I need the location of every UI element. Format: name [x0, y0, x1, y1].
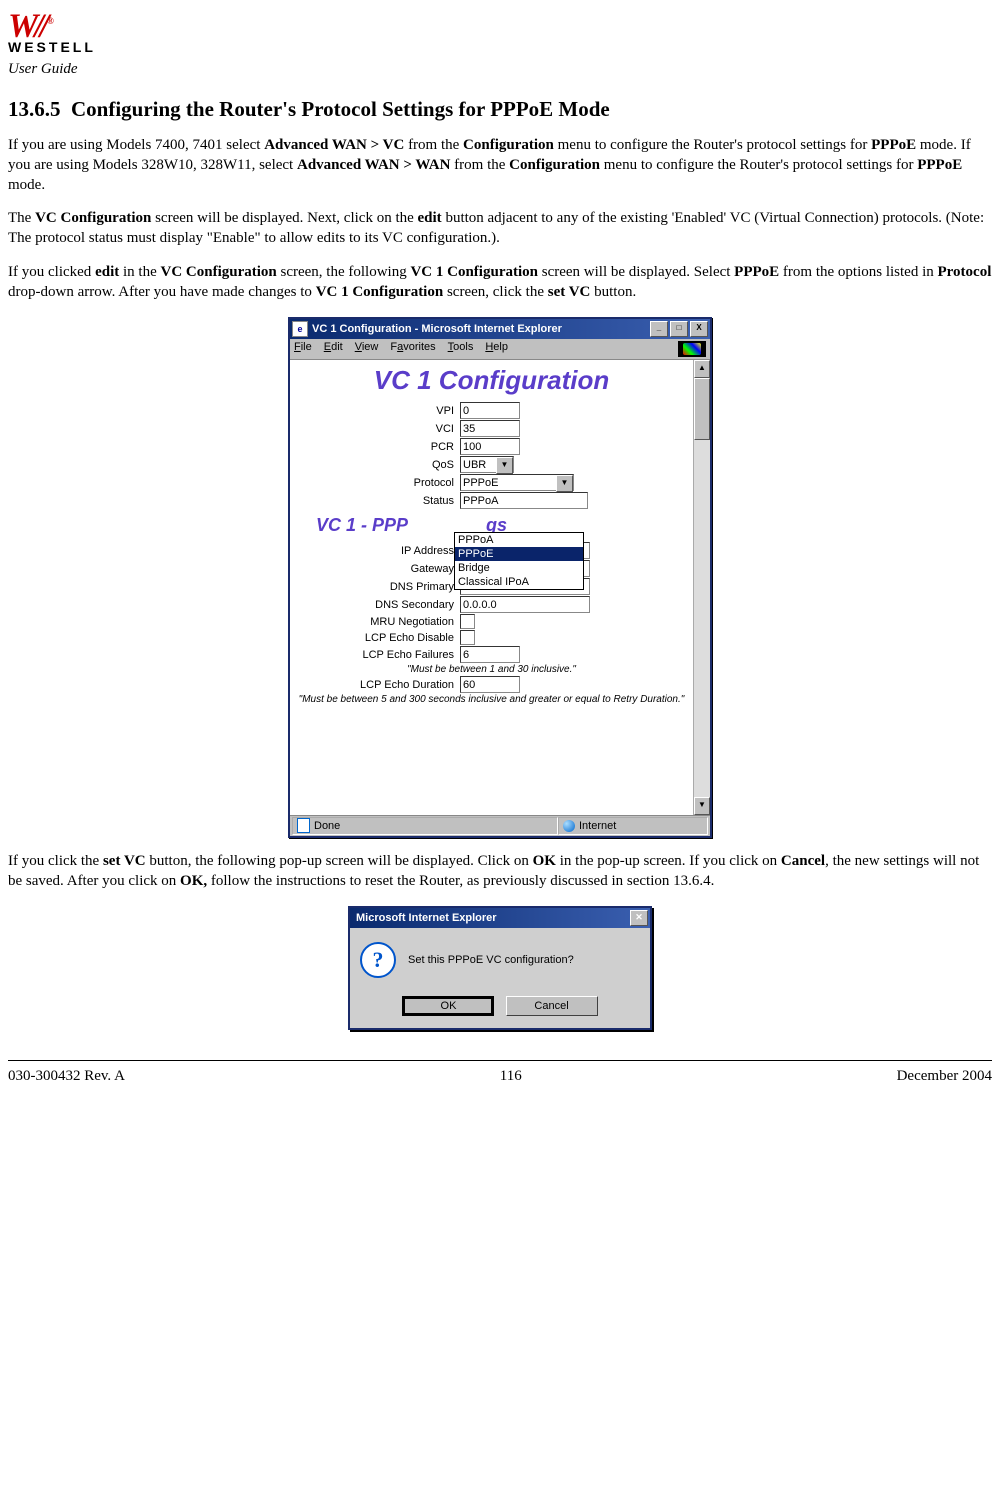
footer-page-number: 116	[500, 1068, 522, 1085]
cancel-button[interactable]: Cancel	[506, 996, 598, 1016]
chevron-down-icon[interactable]: ▼	[556, 475, 573, 492]
menu-favorites[interactable]: Favorites	[390, 341, 435, 357]
westell-logo: W//® WESTELL	[8, 10, 118, 55]
page-header: W//® WESTELL User Guide	[8, 10, 992, 85]
page-footer: 030-300432 Rev. A 116 December 2004	[8, 1068, 992, 1085]
ie-throbber-icon	[678, 341, 706, 357]
minimize-button[interactable]: _	[650, 321, 668, 337]
section-number: 13.6.5	[8, 97, 61, 121]
scroll-up-button[interactable]: ▲	[694, 360, 710, 378]
status-done: Done	[292, 817, 558, 835]
dns-primary-label: DNS Primary	[296, 581, 460, 593]
paragraph-1: If you are using Models 7400, 7401 selec…	[8, 136, 992, 195]
ok-button[interactable]: OK	[402, 996, 494, 1016]
dialog-close-button[interactable]: ✕	[630, 910, 648, 926]
status-zone: Internet	[558, 817, 708, 835]
confirm-dialog: Microsoft Internet Explorer ✕ ? Set this…	[348, 906, 652, 1030]
dialog-title: Microsoft Internet Explorer	[352, 912, 630, 924]
dialog-titlebar: Microsoft Internet Explorer ✕	[350, 908, 650, 928]
status-input[interactable]	[460, 492, 588, 509]
globe-icon	[563, 820, 575, 832]
section-heading-text: Configuring the Router's Protocol Settin…	[71, 97, 610, 121]
question-icon: ?	[360, 942, 396, 978]
vci-label: VCI	[296, 423, 460, 435]
maximize-button[interactable]: □	[670, 321, 688, 337]
vertical-scrollbar[interactable]: ▲ ▼	[693, 360, 710, 815]
lcp-duration-note: "Must be between 5 and 300 seconds inclu…	[296, 694, 687, 705]
lcp-failures-note: "Must be between 1 and 30 inclusive."	[296, 664, 687, 675]
menubar: File Edit View Favorites Tools Help	[290, 339, 710, 360]
chevron-down-icon[interactable]: ▼	[496, 457, 513, 474]
paragraph-3: If you clicked edit in the VC Configurat…	[8, 263, 992, 303]
vpi-input[interactable]	[460, 402, 520, 419]
section-title: 13.6.5 Configuring the Router's Protocol…	[8, 97, 992, 122]
menu-tools[interactable]: Tools	[448, 341, 474, 357]
browser-content: VC 1 Configuration VPI VCI PCR QoS ▼ Prot…	[290, 360, 710, 815]
window-titlebar: e VC 1 Configuration - Microsoft Interne…	[290, 319, 710, 339]
menu-view[interactable]: View	[355, 341, 379, 357]
window-title: VC 1 Configuration - Microsoft Internet …	[312, 323, 650, 335]
confirm-dialog-screenshot: Microsoft Internet Explorer ✕ ? Set this…	[8, 906, 992, 1030]
statusbar: Done Internet	[290, 815, 710, 836]
paragraph-2: The VC Configuration screen will be disp…	[8, 209, 992, 249]
browser-window: e VC 1 Configuration - Microsoft Interne…	[288, 317, 712, 838]
scroll-thumb[interactable]	[694, 378, 710, 440]
protocol-option-bridge[interactable]: Bridge	[455, 561, 583, 575]
lcp-echo-failures-input[interactable]	[460, 646, 520, 663]
menu-help[interactable]: Help	[485, 341, 508, 357]
gateway-label: Gateway	[296, 563, 460, 575]
lcp-echo-disable-checkbox[interactable]	[460, 630, 475, 645]
lcp-echo-failures-label: LCP Echo Failures	[296, 649, 460, 661]
protocol-dropdown-list: PPPoA PPPoE Bridge Classical IPoA	[454, 532, 584, 590]
close-button[interactable]: X	[690, 321, 708, 337]
ie-icon: e	[292, 321, 308, 337]
logo-mark-icon: W//®	[8, 10, 118, 37]
footer-doc-number: 030-300432 Rev. A	[8, 1068, 125, 1085]
protocol-label: Protocol	[296, 477, 460, 489]
dialog-buttons: OK Cancel	[350, 992, 650, 1028]
scroll-track[interactable]	[694, 440, 710, 797]
dns-secondary-label: DNS Secondary	[296, 599, 460, 611]
logo-brand-text: WESTELL	[8, 39, 118, 55]
vci-input[interactable]	[460, 420, 520, 437]
dns-secondary-input[interactable]	[460, 596, 590, 613]
lcp-echo-disable-label: LCP Echo Disable	[296, 632, 460, 644]
mru-negotiation-label: MRU Negotiation	[296, 616, 460, 628]
lcp-echo-duration-input[interactable]	[460, 676, 520, 693]
vpi-label: VPI	[296, 405, 460, 417]
mru-negotiation-checkbox[interactable]	[460, 614, 475, 629]
footer-divider	[8, 1060, 992, 1061]
footer-date: December 2004	[897, 1068, 992, 1085]
dialog-body: ? Set this PPPoE VC configuration?	[350, 928, 650, 992]
ip-address-label: IP Address	[296, 545, 460, 557]
pcr-label: PCR	[296, 441, 460, 453]
menu-file[interactable]: File	[294, 341, 312, 357]
vc-config-screenshot: e VC 1 Configuration - Microsoft Interne…	[8, 317, 992, 839]
dialog-message: Set this PPPoE VC configuration?	[408, 954, 574, 966]
status-label: Status	[296, 495, 460, 507]
protocol-option-pppoa[interactable]: PPPoA	[455, 533, 583, 547]
pcr-input[interactable]	[460, 438, 520, 455]
paragraph-4: If you click the set VC button, the foll…	[8, 852, 992, 892]
scroll-down-button[interactable]: ▼	[694, 797, 710, 815]
lcp-echo-duration-label: LCP Echo Duration	[296, 679, 460, 691]
protocol-option-pppoe[interactable]: PPPoE	[455, 547, 583, 561]
protocol-option-classical-ipoa[interactable]: Classical IPoA	[455, 575, 583, 589]
user-guide-label: User Guide	[8, 61, 992, 78]
menu-edit[interactable]: Edit	[324, 341, 343, 357]
vc-config-heading: VC 1 Configuration	[296, 366, 687, 395]
document-icon	[297, 818, 310, 833]
qos-label: QoS	[296, 459, 460, 471]
